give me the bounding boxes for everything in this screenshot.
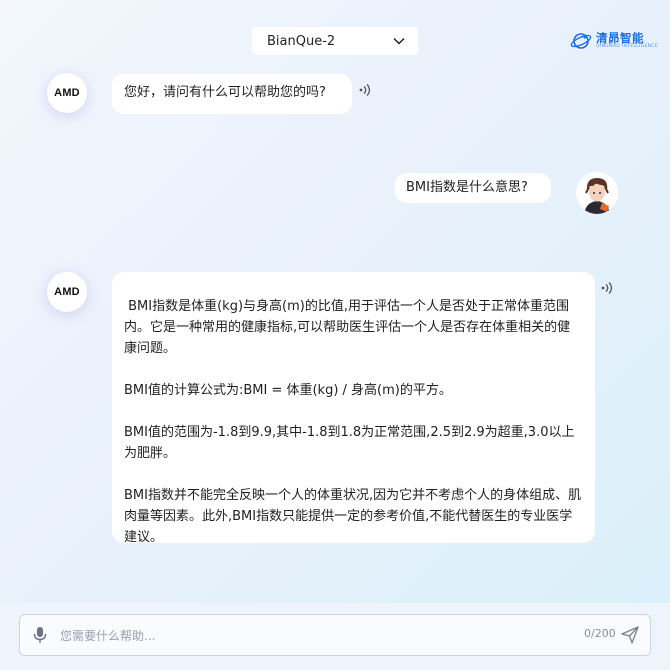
- chevron-down-icon: [393, 37, 405, 45]
- user-avatar-image: [576, 172, 618, 214]
- message-text: BMI指数是什么意思?: [406, 180, 528, 195]
- microphone-icon[interactable]: [33, 626, 47, 644]
- assistant-avatar: AMD: [47, 73, 87, 113]
- amd-logo-text: AMD: [54, 87, 80, 99]
- message-paragraph: BMI值的计算公式为:BMI = 体重(kg) / 身高(m)的平方。: [124, 383, 452, 398]
- char-counter: 0/200: [584, 627, 616, 640]
- message-paragraph: BMI指数并不能完全反映一个人的体重状况,因为它并不考虑个人的身体组成、肌肉量等…: [124, 488, 582, 545]
- assistant-message: BMI指数是体重(kg)与身高(m)的比值,用于评估一个人是否处于正常体重范围内…: [112, 272, 595, 545]
- amd-logo-text: AMD: [54, 286, 80, 298]
- chat-input[interactable]: [58, 625, 542, 647]
- user-avatar: [576, 172, 618, 214]
- assistant-avatar: AMD: [47, 272, 87, 312]
- assistant-message: 您好，请问有什么可以帮助您的吗?: [112, 74, 352, 114]
- message-paragraph: BMI指数是体重(kg)与身高(m)的比值,用于评估一个人是否处于正常体重范围内…: [124, 299, 571, 356]
- model-select[interactable]: BianQue-2: [252, 27, 418, 55]
- speaker-icon[interactable]: [358, 83, 372, 97]
- speaker-icon[interactable]: [600, 281, 614, 295]
- message-text: 您好，请问有什么可以帮助您的吗?: [124, 85, 326, 100]
- chat-input-box: 0/200: [19, 614, 651, 656]
- user-message: BMI指数是什么意思?: [395, 173, 551, 203]
- model-select-value: BianQue-2: [267, 33, 336, 49]
- brand-logo: 清昴智能 QINGMAO INTELLIGENCE: [570, 29, 670, 53]
- message-paragraph: BMI值的范围为-1.8到9.9,其中-1.8到1.8为正常范围,2.5到2.9…: [124, 425, 575, 461]
- planet-logo-icon: [570, 33, 592, 49]
- brand-subtitle: QINGMAO INTELLIGENCE: [596, 44, 658, 49]
- send-icon[interactable]: [621, 626, 639, 644]
